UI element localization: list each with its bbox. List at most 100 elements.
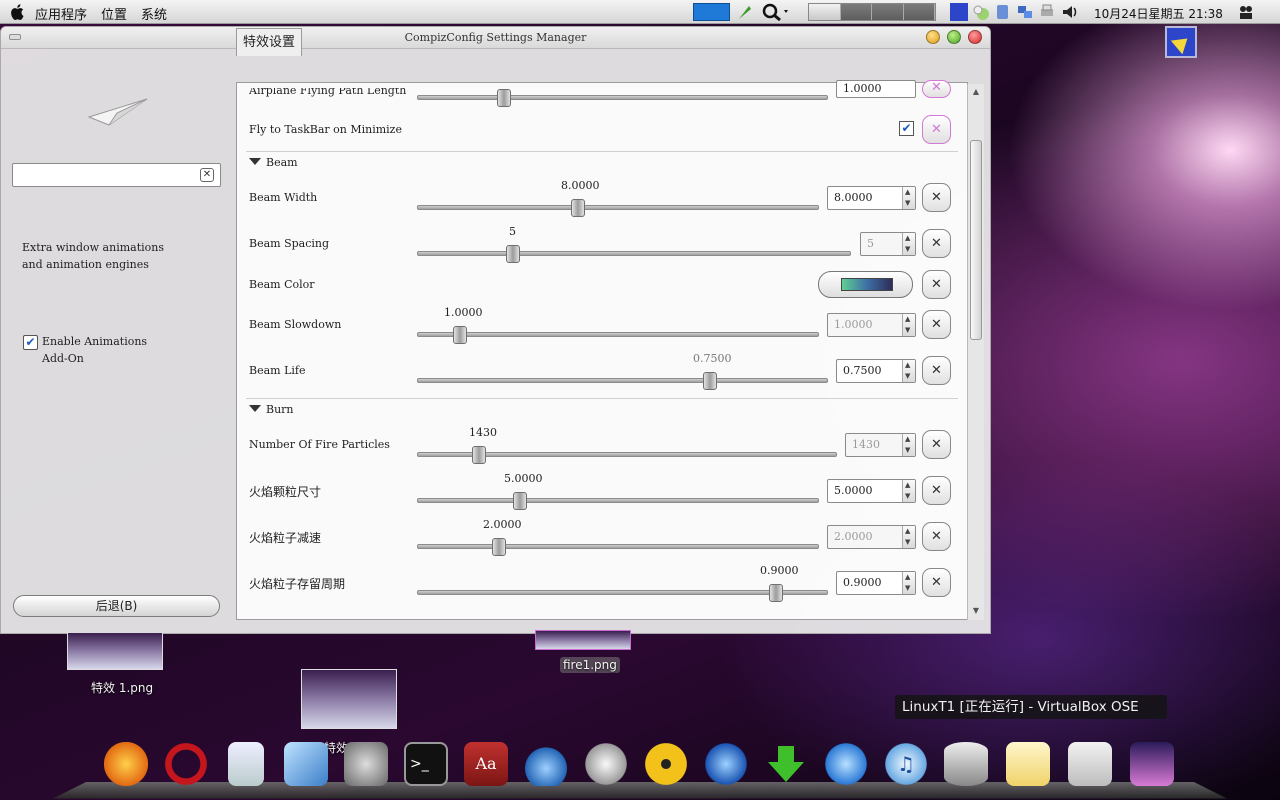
particle-life-spin[interactable]: 0.9000 ▲ ▼ [836,571,916,595]
fly-taskbar-checkbox[interactable]: ✔ [899,121,914,136]
ichat-icon[interactable] [824,742,868,786]
airplane-path-spin[interactable]: 1.0000 [836,80,916,98]
minimize-button[interactable] [926,30,940,44]
firefox-icon[interactable] [104,742,148,786]
user-switch-icon[interactable] [1237,3,1273,21]
tools-icon[interactable] [1068,742,1112,786]
divider [246,398,958,399]
search-input[interactable]: ✕ [12,163,221,187]
particle-slowdown-knob[interactable] [492,538,506,556]
close-button[interactable] [968,30,982,44]
notes-icon[interactable] [1006,742,1050,786]
system-prefs-icon[interactable] [344,742,388,786]
desktop-thumb-1[interactable] [67,632,163,670]
ipod-icon[interactable] [228,742,264,786]
beam-width-slider[interactable] [417,205,819,210]
window-title: CompizConfig Settings Manager [404,31,587,44]
particle-size-reset-button[interactable]: ✕ [922,476,951,505]
particle-slowdown-slider[interactable] [417,544,819,549]
beam-slowdown-knob[interactable] [453,326,467,344]
beam-width-reset-button[interactable]: ✕ [922,183,951,212]
beam-color-button[interactable] [818,271,913,298]
feather-icon[interactable] [736,3,754,21]
beam-spacing-spin[interactable]: 5 ▲ ▼ [860,232,916,256]
network-monitor-icon[interactable] [693,3,730,21]
fire-particles-reset-button[interactable]: ✕ [922,430,951,459]
chat-status-icon[interactable] [972,3,990,21]
beam-life-knob[interactable] [703,372,717,390]
terminal-icon[interactable]: >_ [404,742,448,786]
fire-particles-spin[interactable]: 1430 ▲ ▼ [845,433,916,457]
particle-size-slider[interactable] [417,498,819,503]
compiz-tray-icon[interactable] [1165,26,1197,58]
scroll-up-icon[interactable]: ▲ [970,86,982,98]
database-icon[interactable] [944,742,988,786]
sync-icon[interactable] [584,742,628,786]
particle-slowdown-spin[interactable]: 2.0000 ▲ ▼ [827,525,916,549]
screen-icon[interactable] [1130,742,1174,786]
airplane-path-knob[interactable] [497,89,511,107]
desktop-thumb-fire[interactable] [535,630,631,650]
airplane-path-slider[interactable] [417,95,828,100]
particle-life-slider[interactable] [417,590,828,595]
titlebar[interactable]: CompizConfig Settings Manager [1,27,990,49]
volume-icon[interactable] [1061,3,1079,21]
dictionary-icon[interactable]: Aa [464,742,508,786]
particle-life-knob[interactable] [769,584,783,602]
beam-life-reset-button[interactable]: ✕ [922,356,951,385]
desktop-file-label-1[interactable]: 特效 1.png [91,679,153,696]
tab-effect-settings[interactable]: 特效设置 [236,28,302,56]
back-button[interactable]: 后退(B) [13,595,220,617]
network-manager-icon[interactable] [1016,3,1034,21]
menu-applications[interactable]: 应用程序 [35,4,87,23]
droplet-icon[interactable] [524,742,568,786]
beam-spacing-slider[interactable] [417,251,851,256]
beam-life-spin[interactable]: 0.7500 ▲ ▼ [836,359,916,383]
beam-width-spin[interactable]: 8.0000 ▲ ▼ [827,186,916,210]
scroll-down-icon[interactable]: ▼ [970,605,982,617]
beam-slowdown-spin[interactable]: 1.0000 ▲ ▼ [827,313,916,337]
printer-icon[interactable] [1038,3,1056,21]
radiation-icon[interactable] [644,742,688,786]
vertical-scrollbar[interactable]: ▲ ▼ [967,84,984,620]
beam-spacing-reset-button[interactable]: ✕ [922,229,951,258]
maximize-button[interactable] [947,30,961,44]
beam-slowdown-reset-button[interactable]: ✕ [922,310,951,339]
beam-spacing-knob[interactable] [506,245,520,263]
virtualbox-icon[interactable] [284,742,328,786]
scroll-thumb[interactable] [970,140,982,340]
window-menu-button[interactable] [9,34,21,40]
apple-logo-icon[interactable] [9,3,27,21]
compiz-fusion-icon[interactable] [950,3,968,21]
beam-section-header[interactable]: Beam [249,156,298,169]
fly-taskbar-reset-button[interactable]: ✕ [922,115,951,144]
fire-particles-knob[interactable] [472,446,486,464]
opera-icon[interactable] [164,742,208,786]
particle-size-knob[interactable] [513,492,527,510]
beam-life-label: Beam Life [249,364,306,377]
workspace-switcher[interactable] [808,3,936,21]
menu-system[interactable]: 系统 [141,4,167,23]
network-globe-icon[interactable] [704,742,748,786]
clock[interactable]: 10月24日星期五 21:38 [1094,5,1223,22]
airplane-reset-button[interactable]: ✕ [922,80,951,98]
beam-width-knob[interactable] [571,199,585,217]
beam-slowdown-slider[interactable] [417,332,819,337]
particle-life-reset-button[interactable]: ✕ [922,568,951,597]
fly-taskbar-label: Fly to TaskBar on Minimize [249,123,402,136]
menu-places[interactable]: 位置 [101,4,127,23]
particle-size-value: 5.0000 [834,484,873,497]
clear-search-icon[interactable]: ✕ [200,168,214,182]
desktop-file-label-fire[interactable]: fire1.png [560,657,620,673]
desktop-thumb-5[interactable] [301,669,397,729]
particle-slowdown-reset-button[interactable]: ✕ [922,522,951,551]
enable-plugin-checkbox[interactable]: ✔ [23,335,38,350]
itunes-icon[interactable]: ♫ [884,742,928,786]
beam-color-reset-button[interactable]: ✕ [922,270,951,299]
bluetooth-icon[interactable] [994,3,1012,21]
download-icon[interactable] [764,742,808,786]
beam-life-slider[interactable] [417,378,828,383]
search-icon[interactable] [760,3,788,21]
particle-size-spin[interactable]: 5.0000 ▲ ▼ [827,479,916,503]
burn-section-header[interactable]: Burn [249,403,294,416]
